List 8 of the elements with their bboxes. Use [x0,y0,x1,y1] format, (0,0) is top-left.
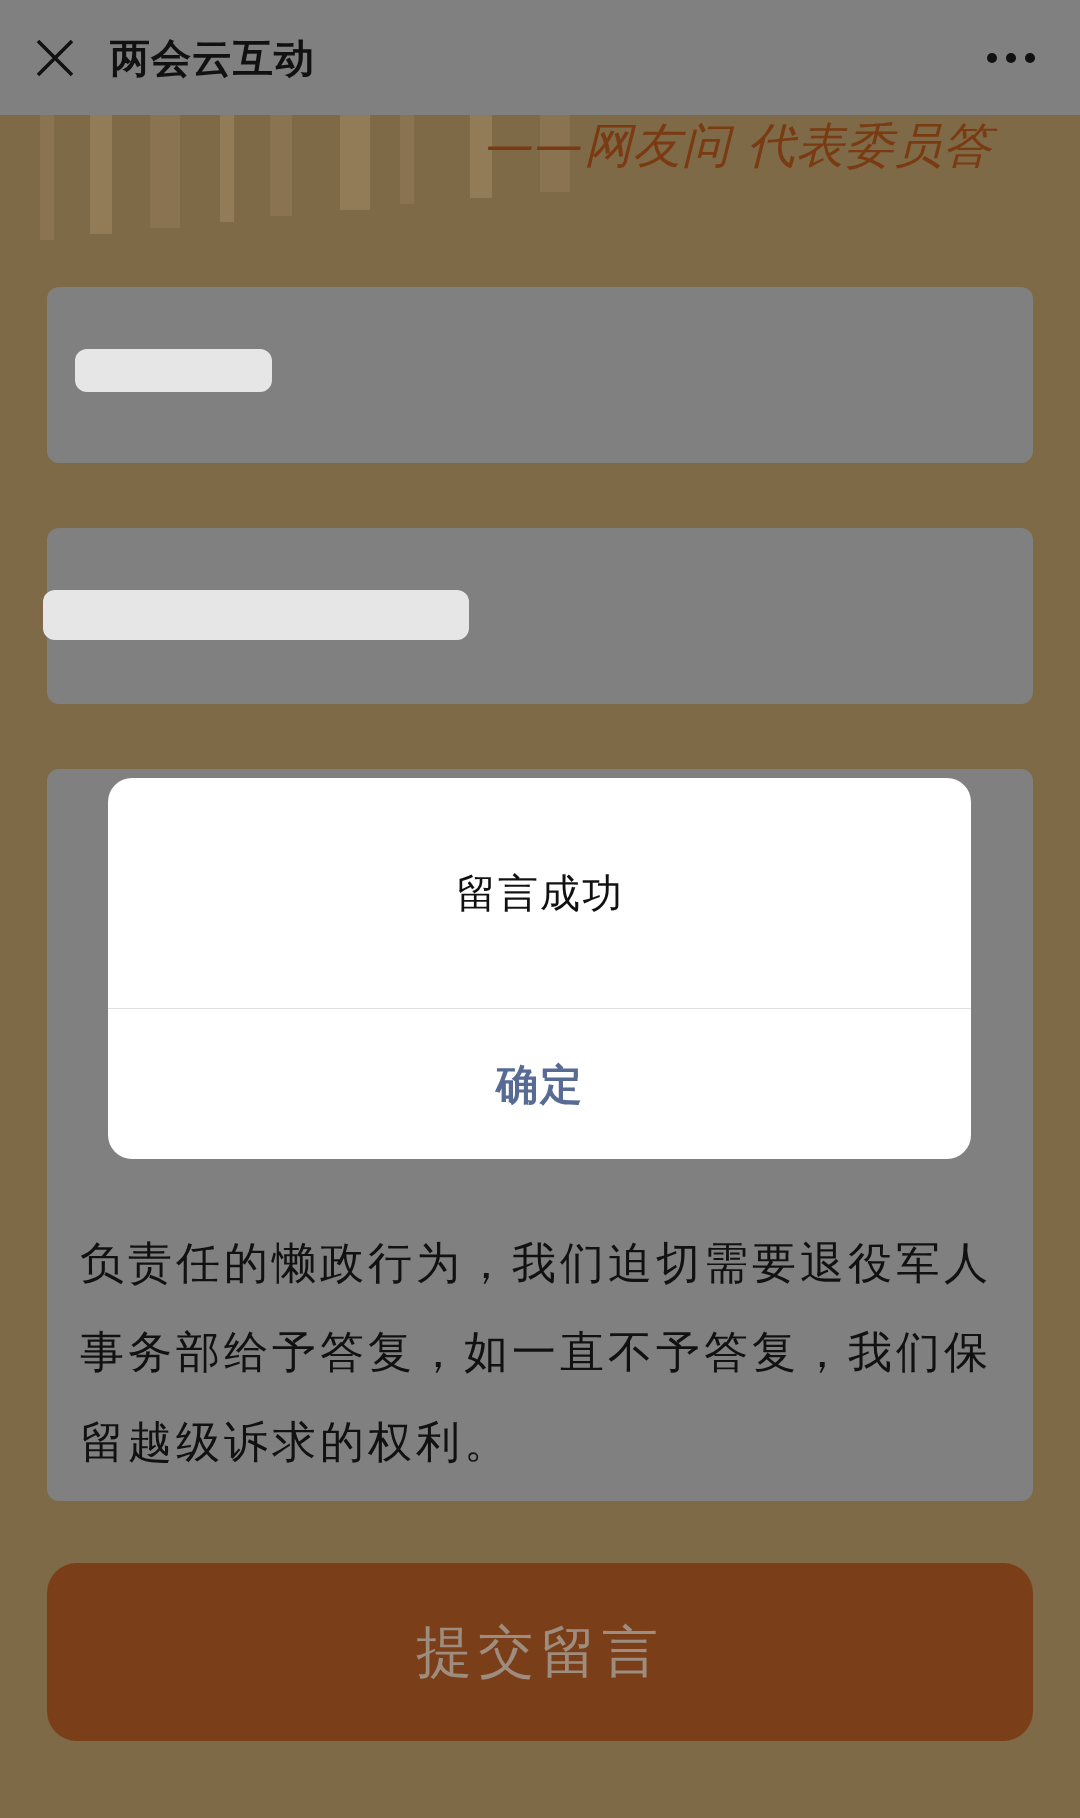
message-text: 事务部给予答复，如一直不予答复，我们保 [80,1325,992,1380]
input-field[interactable] [47,287,1033,463]
dialog-message: 留言成功 [454,869,625,918]
page-title: 两会云互动 [110,33,315,83]
message-text: 负责任的懒政行为，我们迫切需要退役军人 [80,1236,992,1290]
more-icon[interactable] [986,51,1036,64]
message-text: 留越级诉求的权利。 [80,1414,512,1469]
confirm-button[interactable]: 确定 [108,1009,971,1159]
